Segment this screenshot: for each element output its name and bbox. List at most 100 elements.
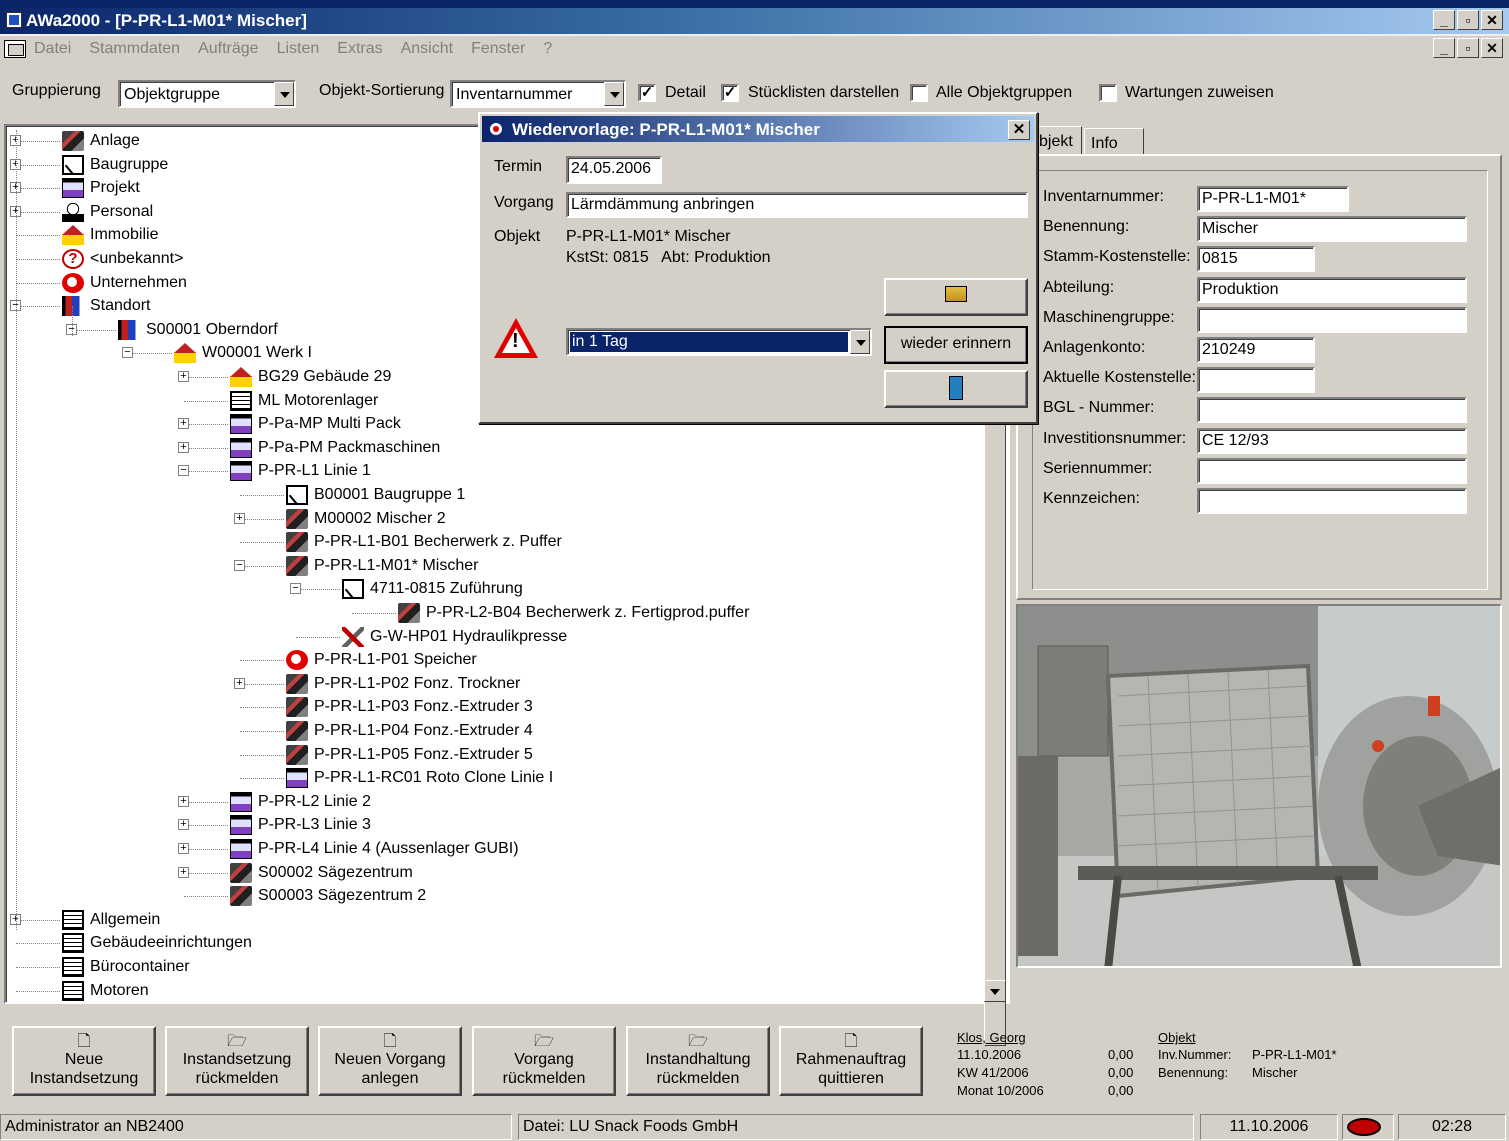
tree-node[interactable]: G-W-HP01 Hydraulikpresse <box>342 626 567 648</box>
tree-node[interactable]: Personal <box>62 201 153 223</box>
detail-checkbox[interactable]: ✓ <box>638 84 656 102</box>
tree-node[interactable]: B00001 Baugruppe 1 <box>286 484 465 506</box>
chevron-down-icon[interactable] <box>850 330 870 354</box>
menu-item-1[interactable]: Stammdaten <box>89 40 180 58</box>
chevron-down-icon[interactable] <box>604 82 624 106</box>
child-minimize-button[interactable]: _ <box>1433 38 1455 58</box>
prop-field[interactable]: 210249 <box>1197 337 1315 363</box>
tab-objekt[interactable]: bjekt <box>1032 126 1082 154</box>
menu-item-5[interactable]: Ansicht <box>401 40 453 58</box>
expand-icon[interactable]: + <box>234 512 245 524</box>
bottom-action-button[interactable]: 🗋 Neue Instandsetzung <box>12 1026 156 1096</box>
expand-icon[interactable]: + <box>234 677 245 689</box>
expand-icon[interactable]: + <box>178 795 189 807</box>
tree-node[interactable]: Anlage <box>62 130 140 152</box>
alle-objektgruppen-checkbox[interactable] <box>910 84 928 102</box>
prop-field[interactable] <box>1197 488 1467 514</box>
collapse-icon[interactable]: − <box>290 583 301 595</box>
child-restore-button[interactable]: ▫ <box>1457 38 1479 58</box>
tree-node[interactable]: BG29 Gebäude 29 <box>230 366 391 388</box>
bottom-action-button[interactable]: 🗁 Instandsetzung rückmelden <box>165 1026 309 1096</box>
prop-field[interactable] <box>1197 457 1467 484</box>
expand-icon[interactable]: + <box>178 866 189 878</box>
tree-node[interactable]: P-PR-L1 Linie 1 <box>230 460 371 482</box>
menu-item-0[interactable]: Datei <box>34 40 71 58</box>
bottom-action-button[interactable]: 🗋 Rahmenauftrag quittieren <box>779 1026 923 1096</box>
bottom-action-button[interactable]: 🗁 Vorgang rückmelden <box>472 1026 616 1096</box>
tree-node[interactable]: P-PR-L1-B01 Becherwerk z. Puffer <box>286 531 562 553</box>
chevron-down-icon[interactable] <box>274 82 294 106</box>
remind-interval-select[interactable]: in 1 Tag <box>566 328 872 356</box>
tree-node[interactable]: Bürocontainer <box>62 956 190 978</box>
tree-node[interactable]: Standort <box>62 295 150 317</box>
wartungen-checkbox[interactable] <box>1099 84 1117 102</box>
tree-node[interactable]: P-PR-L1-P02 Fonz. Trockner <box>286 673 520 695</box>
tree-node[interactable]: S00002 Sägezentrum <box>230 862 413 884</box>
prop-field[interactable]: Produktion <box>1197 276 1467 303</box>
tree-node[interactable]: ? <unbekannt> <box>62 248 183 270</box>
expand-icon[interactable]: + <box>178 441 189 453</box>
expand-icon[interactable]: + <box>178 843 189 854</box>
tree-node[interactable]: P-PR-L3 Linie 3 <box>230 814 371 836</box>
tree-node[interactable]: P-PR-L1-M01* Mischer <box>286 555 478 577</box>
minimize-button[interactable]: _ <box>1433 10 1455 30</box>
open-folder-button[interactable] <box>884 278 1028 316</box>
tree-node[interactable]: P-PR-L2-B04 Becherwerk z. Fertigprod.puf… <box>398 602 749 624</box>
tree-node[interactable]: P-PR-L4 Linie 4 (Aussenlager GUBI) <box>230 838 519 860</box>
tree-node[interactable]: P-PR-L1-P05 Fonz.-Extruder 5 <box>286 744 533 766</box>
tree-node[interactable]: P-PR-L2 Linie 2 <box>230 791 371 813</box>
prop-field[interactable] <box>1197 397 1467 424</box>
restore-button[interactable]: ▫ <box>1457 10 1479 30</box>
prop-field[interactable]: Mischer <box>1197 216 1467 243</box>
tree-node[interactable]: P-PR-L1-P03 Fonz.-Extruder 3 <box>286 696 533 718</box>
prop-field[interactable]: CE 12/93 <box>1197 427 1467 454</box>
collapse-icon[interactable]: − <box>122 347 133 359</box>
expand-icon[interactable]: + <box>178 371 189 382</box>
bottom-action-button[interactable]: 🗁 Instandhaltung rückmelden <box>626 1026 770 1096</box>
dialog-close-button[interactable]: ✕ <box>1008 120 1030 140</box>
tree-node[interactable]: P-PR-L1-P01 Speicher <box>286 649 477 671</box>
gruppierung-select[interactable]: Objektgruppe <box>118 80 296 108</box>
menu-item-7[interactable]: ? <box>543 40 552 58</box>
tree-node[interactable]: P-Pa-MP Multi Pack <box>230 413 401 435</box>
tree-node[interactable]: P-Pa-PM Packmaschinen <box>230 437 440 459</box>
tree-node[interactable]: Allgemein <box>62 909 160 931</box>
tab-info[interactable]: Info <box>1084 128 1144 156</box>
tree-node[interactable]: Baugruppe <box>62 154 168 176</box>
tree-node[interactable]: S00003 Sägezentrum 2 <box>230 885 426 907</box>
tree-node[interactable]: P-PR-L1-RC01 Roto Clone Linie I <box>286 767 553 789</box>
prop-field[interactable] <box>1197 306 1467 333</box>
menu-item-2[interactable]: Aufträge <box>198 40 258 58</box>
collapse-icon[interactable]: − <box>234 559 245 571</box>
tree-node[interactable]: Motoren <box>62 980 149 1002</box>
close-button[interactable]: ✕ <box>1481 10 1503 30</box>
stuecklisten-checkbox[interactable]: ✓ <box>721 84 739 102</box>
tree-node[interactable]: 4711-0815 Zuführung <box>342 578 523 600</box>
tree-node[interactable]: W00001 Werk I <box>174 342 312 364</box>
menu-item-6[interactable]: Fenster <box>471 40 525 58</box>
tree-node[interactable]: Projekt <box>62 177 140 199</box>
bottom-action-button[interactable]: 🗋 Neuen Vorgang anlegen <box>318 1026 462 1096</box>
child-close-button[interactable]: ✕ <box>1481 38 1503 58</box>
vorgang-field[interactable]: Lärmdämmung anbringen <box>566 192 1028 218</box>
tree-node[interactable]: Unternehmen <box>62 272 187 294</box>
tree-node[interactable]: ML Motorenlager <box>230 390 378 412</box>
menu-item-3[interactable]: Listen <box>277 40 320 58</box>
wieder-erinnern-button[interactable]: wieder erinnern <box>884 326 1028 364</box>
document-window-icon[interactable] <box>4 40 26 58</box>
menu-item-4[interactable]: Extras <box>337 40 382 58</box>
expand-icon[interactable]: + <box>178 819 189 831</box>
exit-button[interactable] <box>884 370 1028 408</box>
tree-node[interactable]: P-PR-L1-P04 Fonz.-Extruder 4 <box>286 720 533 742</box>
tree-node[interactable]: Immobilie <box>62 224 158 246</box>
tree-node[interactable]: M00002 Mischer 2 <box>286 508 446 530</box>
tree-node[interactable]: Gebäudeeinrichtungen <box>62 932 252 954</box>
prop-field[interactable]: P-PR-L1-M01* <box>1197 186 1349 212</box>
termin-field[interactable]: 24.05.2006 <box>566 156 662 184</box>
tree-node[interactable]: S00001 Oberndorf <box>118 319 278 341</box>
expand-icon[interactable]: + <box>178 418 189 430</box>
prop-field[interactable] <box>1197 367 1315 394</box>
scroll-down-button[interactable] <box>984 980 1006 1002</box>
collapse-icon[interactable]: − <box>178 465 189 477</box>
prop-field[interactable]: 0815 <box>1197 246 1315 273</box>
